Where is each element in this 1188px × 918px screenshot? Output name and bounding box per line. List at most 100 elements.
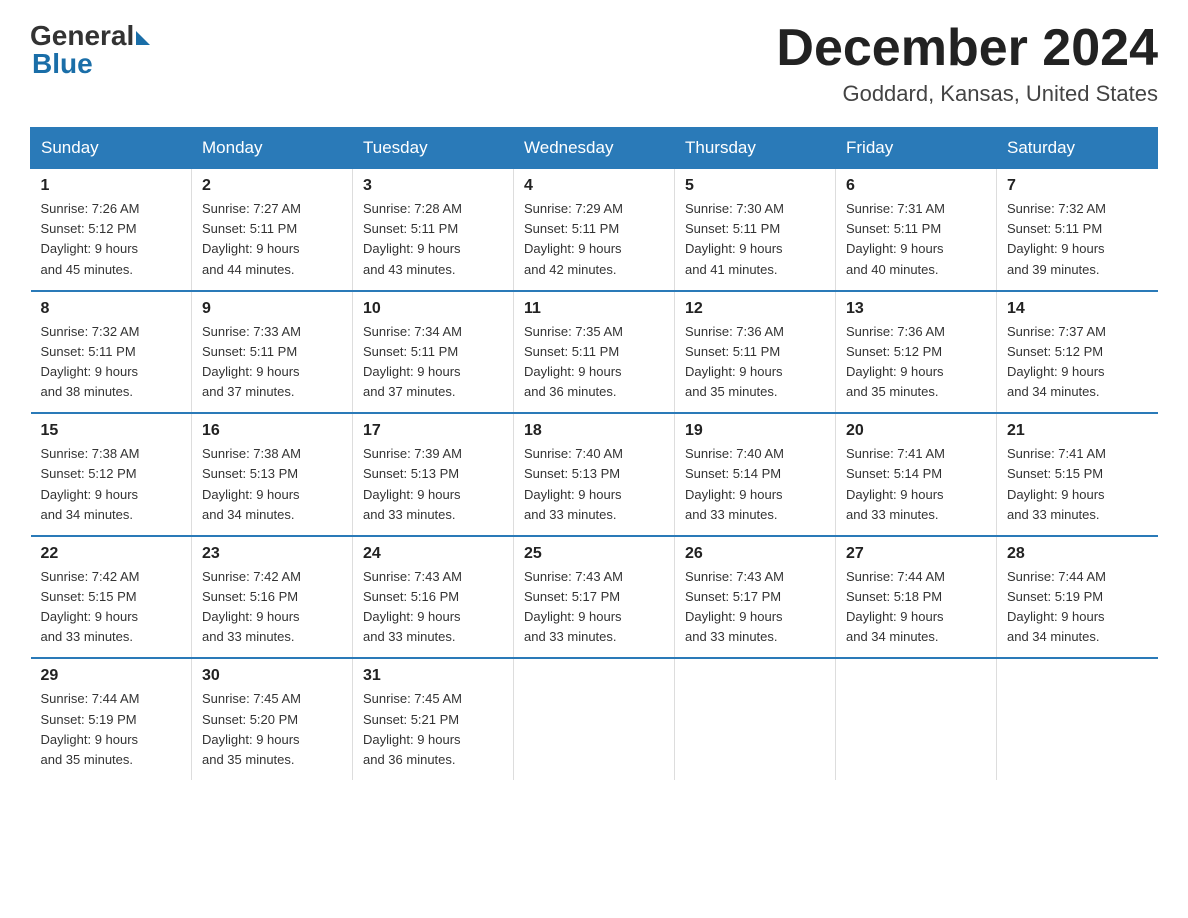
day-info: Sunrise: 7:40 AM Sunset: 5:13 PM Dayligh… [524,444,664,525]
day-number: 21 [1007,422,1148,440]
day-number: 13 [846,300,986,318]
day-cell: 15 Sunrise: 7:38 AM Sunset: 5:12 PM Dayli… [31,413,192,536]
week-row-3: 15 Sunrise: 7:38 AM Sunset: 5:12 PM Dayli… [31,413,1158,536]
day-number: 25 [524,545,664,563]
header-wednesday: Wednesday [514,128,675,169]
week-row-2: 8 Sunrise: 7:32 AM Sunset: 5:11 PM Daylig… [31,291,1158,414]
calendar-header-row: SundayMondayTuesdayWednesdayThursdayFrid… [31,128,1158,169]
day-number: 7 [1007,177,1148,195]
day-cell [514,658,675,780]
title-section: December 2024 Goddard, Kansas, United St… [776,20,1158,107]
day-number: 19 [685,422,825,440]
day-cell: 20Sunrise: 7:41 AM Sunset: 5:14 PM Dayli… [836,413,997,536]
day-number: 11 [524,300,664,318]
day-number: 10 [363,300,503,318]
day-cell: 4 Sunrise: 7:29 AM Sunset: 5:11 PM Daylig… [514,169,675,291]
day-info: Sunrise: 7:36 AM Sunset: 5:12 PM Dayligh… [846,322,986,403]
day-info: Sunrise: 7:37 AM Sunset: 5:12 PM Dayligh… [1007,322,1148,403]
day-cell: 24 Sunrise: 7:43 AM Sunset: 5:16 PM Dayli… [353,536,514,659]
day-info: Sunrise: 7:32 AM Sunset: 5:11 PM Dayligh… [1007,199,1148,280]
day-number: 9 [202,300,342,318]
day-cell: 18 Sunrise: 7:40 AM Sunset: 5:13 PM Dayli… [514,413,675,536]
day-info: Sunrise: 7:35 AM Sunset: 5:11 PM Dayligh… [524,322,664,403]
day-cell: 7 Sunrise: 7:32 AM Sunset: 5:11 PM Daylig… [997,169,1158,291]
logo-arrow-icon [136,31,150,45]
day-info: Sunrise: 7:32 AM Sunset: 5:11 PM Dayligh… [41,322,182,403]
day-cell: 12 Sunrise: 7:36 AM Sunset: 5:11 PM Dayli… [675,291,836,414]
day-cell: 8 Sunrise: 7:32 AM Sunset: 5:11 PM Daylig… [31,291,192,414]
day-info: Sunrise: 7:29 AM Sunset: 5:11 PM Dayligh… [524,199,664,280]
day-cell: 5 Sunrise: 7:30 AM Sunset: 5:11 PM Daylig… [675,169,836,291]
day-number: 8 [41,300,182,318]
week-row-5: 29 Sunrise: 7:44 AM Sunset: 5:19 PM Dayli… [31,658,1158,780]
day-info: Sunrise: 7:43 AM Sunset: 5:17 PM Dayligh… [685,567,825,648]
logo-blue-text: Blue [32,48,93,80]
day-cell: 25 Sunrise: 7:43 AM Sunset: 5:17 PM Dayli… [514,536,675,659]
header-monday: Monday [192,128,353,169]
day-number: 17 [363,422,503,440]
day-cell [997,658,1158,780]
day-info: Sunrise: 7:45 AM Sunset: 5:20 PM Dayligh… [202,689,342,770]
day-cell: 10 Sunrise: 7:34 AM Sunset: 5:11 PM Dayli… [353,291,514,414]
week-row-1: 1 Sunrise: 7:26 AM Sunset: 5:12 PM Daylig… [31,169,1158,291]
day-info: Sunrise: 7:42 AM Sunset: 5:15 PM Dayligh… [41,567,182,648]
day-info: Sunrise: 7:38 AM Sunset: 5:12 PM Dayligh… [41,444,182,525]
day-number: 20 [846,422,986,440]
day-cell: 23Sunrise: 7:42 AM Sunset: 5:16 PM Dayli… [192,536,353,659]
day-info: Sunrise: 7:38 AM Sunset: 5:13 PM Dayligh… [202,444,342,525]
day-info: Sunrise: 7:28 AM Sunset: 5:11 PM Dayligh… [363,199,503,280]
day-cell: 21 Sunrise: 7:41 AM Sunset: 5:15 PM Dayli… [997,413,1158,536]
day-number: 2 [202,177,342,195]
day-info: Sunrise: 7:36 AM Sunset: 5:11 PM Dayligh… [685,322,825,403]
day-cell: 9Sunrise: 7:33 AM Sunset: 5:11 PM Daylig… [192,291,353,414]
day-number: 23 [202,545,342,563]
day-number: 14 [1007,300,1148,318]
day-cell: 14 Sunrise: 7:37 AM Sunset: 5:12 PM Dayli… [997,291,1158,414]
day-cell: 2 Sunrise: 7:27 AM Sunset: 5:11 PM Daylig… [192,169,353,291]
day-info: Sunrise: 7:45 AM Sunset: 5:21 PM Dayligh… [363,689,503,770]
day-cell: 11 Sunrise: 7:35 AM Sunset: 5:11 PM Dayli… [514,291,675,414]
day-info: Sunrise: 7:34 AM Sunset: 5:11 PM Dayligh… [363,322,503,403]
header-friday: Friday [836,128,997,169]
day-number: 12 [685,300,825,318]
day-info: Sunrise: 7:41 AM Sunset: 5:15 PM Dayligh… [1007,444,1148,525]
day-info: Sunrise: 7:44 AM Sunset: 5:18 PM Dayligh… [846,567,986,648]
day-cell: 17 Sunrise: 7:39 AM Sunset: 5:13 PM Dayli… [353,413,514,536]
day-info: Sunrise: 7:40 AM Sunset: 5:14 PM Dayligh… [685,444,825,525]
day-info: Sunrise: 7:30 AM Sunset: 5:11 PM Dayligh… [685,199,825,280]
day-number: 29 [41,667,182,685]
day-number: 26 [685,545,825,563]
day-cell: 13 Sunrise: 7:36 AM Sunset: 5:12 PM Dayli… [836,291,997,414]
day-number: 4 [524,177,664,195]
header-saturday: Saturday [997,128,1158,169]
day-info: Sunrise: 7:26 AM Sunset: 5:12 PM Dayligh… [41,199,182,280]
day-number: 1 [41,177,182,195]
day-number: 31 [363,667,503,685]
logo: General Blue [30,20,150,80]
day-info: Sunrise: 7:43 AM Sunset: 5:17 PM Dayligh… [524,567,664,648]
day-cell [675,658,836,780]
location-text: Goddard, Kansas, United States [776,81,1158,107]
day-info: Sunrise: 7:31 AM Sunset: 5:11 PM Dayligh… [846,199,986,280]
day-cell: 6 Sunrise: 7:31 AM Sunset: 5:11 PM Daylig… [836,169,997,291]
day-number: 30 [202,667,342,685]
day-cell: 16 Sunrise: 7:38 AM Sunset: 5:13 PM Dayli… [192,413,353,536]
day-info: Sunrise: 7:27 AM Sunset: 5:11 PM Dayligh… [202,199,342,280]
day-number: 24 [363,545,503,563]
month-title: December 2024 [776,20,1158,77]
day-number: 16 [202,422,342,440]
day-number: 5 [685,177,825,195]
day-number: 3 [363,177,503,195]
day-cell: 3 Sunrise: 7:28 AM Sunset: 5:11 PM Daylig… [353,169,514,291]
day-info: Sunrise: 7:39 AM Sunset: 5:13 PM Dayligh… [363,444,503,525]
day-number: 18 [524,422,664,440]
day-number: 6 [846,177,986,195]
day-info: Sunrise: 7:43 AM Sunset: 5:16 PM Dayligh… [363,567,503,648]
day-cell: 1 Sunrise: 7:26 AM Sunset: 5:12 PM Daylig… [31,169,192,291]
day-number: 15 [41,422,182,440]
day-cell: 27Sunrise: 7:44 AM Sunset: 5:18 PM Dayli… [836,536,997,659]
day-info: Sunrise: 7:44 AM Sunset: 5:19 PM Dayligh… [1007,567,1148,648]
day-cell: 28Sunrise: 7:44 AM Sunset: 5:19 PM Dayli… [997,536,1158,659]
day-cell [836,658,997,780]
day-info: Sunrise: 7:44 AM Sunset: 5:19 PM Dayligh… [41,689,182,770]
